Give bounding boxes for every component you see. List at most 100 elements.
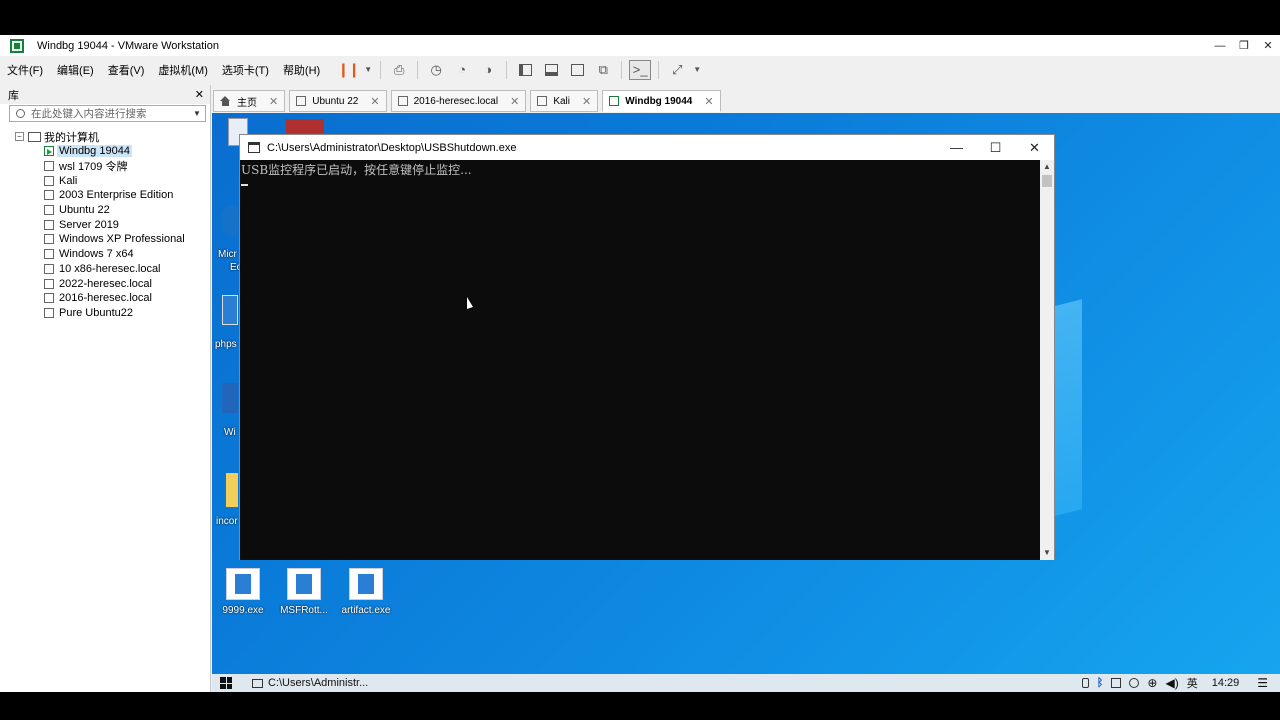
tree-item-2022[interactable]: 2022-heresec.local xyxy=(0,276,211,291)
tab-close-icon[interactable]: ✕ xyxy=(370,95,379,108)
winrar-icon[interactable] xyxy=(286,119,324,133)
globe-icon[interactable]: ⊕ xyxy=(1147,676,1157,690)
search-dropdown-icon[interactable]: ▼ xyxy=(189,109,205,118)
console-title: C:\Users\Administrator\Desktop\USBShutdo… xyxy=(267,141,517,154)
menu-edit[interactable]: 编辑(E) xyxy=(50,62,101,78)
tab-close-icon[interactable]: ✕ xyxy=(704,95,713,108)
unity-icon[interactable]: ⧉ xyxy=(592,60,614,80)
tree-item-2003-enterprise[interactable]: 2003 Enterprise Edition xyxy=(0,188,211,203)
tree-item-kali[interactable]: Kali xyxy=(0,173,211,188)
usb-icon[interactable] xyxy=(1081,678,1089,688)
folder-icon[interactable] xyxy=(226,473,238,507)
stretch-guest-icon[interactable]: ⤢ xyxy=(666,60,688,80)
thumbnail-bar-icon[interactable] xyxy=(540,60,562,80)
desktop-icon-label: MSFRott... xyxy=(280,605,328,616)
menu-tabs[interactable]: 选项卡(T) xyxy=(215,62,276,78)
library-close-icon[interactable]: ✕ xyxy=(195,88,204,101)
desktop-partial-label: phps xyxy=(215,339,237,350)
menu-file[interactable]: 文件(F) xyxy=(0,62,50,78)
notification-center-icon[interactable]: ☰ xyxy=(1257,676,1268,690)
library-title: 库 xyxy=(8,89,19,102)
collapse-icon[interactable]: − xyxy=(15,132,24,141)
scroll-up-icon[interactable]: ▲ xyxy=(1040,160,1054,174)
edge-icon[interactable] xyxy=(222,206,238,236)
library-search-input[interactable] xyxy=(31,107,189,120)
vm-tree: − 我的计算机 Windbg 19044 wsl 1709 令牌 Kali 20… xyxy=(0,129,211,320)
vm-icon xyxy=(44,278,54,289)
tree-root-my-computer[interactable]: − 我的计算机 xyxy=(0,129,211,144)
start-button[interactable] xyxy=(212,674,240,692)
tab-label: 主页 xyxy=(237,97,257,109)
pause-dropdown-icon[interactable]: ▼ xyxy=(363,60,373,80)
show-library-icon[interactable] xyxy=(514,60,536,80)
snapshot-icon[interactable]: ◷ xyxy=(425,60,447,80)
console-text-cursor xyxy=(241,184,248,186)
tree-item-wsl-1709[interactable]: wsl 1709 令牌 xyxy=(0,159,211,174)
menu-help[interactable]: 帮助(H) xyxy=(276,62,327,78)
vm-icon xyxy=(44,190,54,201)
desktop-icon-9999[interactable]: 9999.exe xyxy=(217,568,269,616)
taskbar-console-button[interactable]: C:\Users\Administr... xyxy=(248,674,372,692)
scroll-down-icon[interactable]: ▼ xyxy=(1040,546,1054,560)
close-button[interactable]: ✕ xyxy=(1256,35,1280,56)
clock-time[interactable]: 14:29 xyxy=(1212,677,1240,689)
tree-item-2016[interactable]: 2016-heresec.local xyxy=(0,291,211,306)
console-close-button[interactable]: ✕ xyxy=(1015,135,1054,160)
tab-2016-heresec[interactable]: 2016-heresec.local ✕ xyxy=(390,90,527,112)
desktop-partial-label: incor xyxy=(216,516,238,527)
snapshot-manager-icon[interactable]: ◑ xyxy=(477,60,499,80)
tab-close-icon[interactable]: ✕ xyxy=(582,95,591,108)
console-scrollbar[interactable]: ▲ ▼ xyxy=(1040,160,1054,560)
windows-logo-icon xyxy=(220,677,232,689)
phpstudy-icon[interactable] xyxy=(222,295,238,325)
mouse-pointer-icon xyxy=(467,297,473,309)
tree-item-pure-ubuntu22[interactable]: Pure Ubuntu22 xyxy=(0,306,211,321)
tree-item-ubuntu-22[interactable]: Ubuntu 22 xyxy=(0,203,211,218)
tree-item-label: Pure Ubuntu22 xyxy=(59,306,133,319)
tree-item-10-x86[interactable]: 10 x86-heresec.local xyxy=(0,262,211,277)
tree-item-windows-7[interactable]: Windows 7 x64 xyxy=(0,247,211,262)
revert-snapshot-icon[interactable]: ◔ xyxy=(451,60,473,80)
send-ctrl-alt-del-icon[interactable]: ⎙ xyxy=(388,60,410,80)
console-maximize-button[interactable]: ☐ xyxy=(976,135,1015,160)
tab-windbg-19044[interactable]: Windbg 19044 ✕ xyxy=(602,90,721,112)
console-app-icon xyxy=(248,142,260,153)
desktop-icon-msfrott[interactable]: MSFRott... xyxy=(278,568,330,616)
vm-display[interactable]: Micr Ec phps Wi incor 9999.exe MSFRott..… xyxy=(212,113,1280,692)
console-window[interactable]: C:\Users\Administrator\Desktop\USBShutdo… xyxy=(239,134,1055,560)
menu-view[interactable]: 查看(V) xyxy=(101,62,152,78)
tab-kali[interactable]: Kali ✕ xyxy=(530,90,599,112)
pause-icon[interactable]: ❙❙ xyxy=(337,60,359,80)
restore-button[interactable]: ❐ xyxy=(1232,35,1256,56)
tab-ubuntu-22[interactable]: Ubuntu 22 ✕ xyxy=(289,90,387,112)
console-view-icon[interactable]: >_ xyxy=(629,59,652,80)
console-title-bar[interactable]: C:\Users\Administrator\Desktop\USBShutdo… xyxy=(240,135,1054,160)
tab-close-icon[interactable]: ✕ xyxy=(269,95,278,108)
vm-icon xyxy=(44,219,54,230)
tree-item-label: 10 x86-heresec.local xyxy=(59,262,161,275)
desktop-app-icon[interactable] xyxy=(222,383,238,413)
console-minimize-button[interactable]: — xyxy=(937,135,976,160)
menu-vm[interactable]: 虚拟机(M) xyxy=(151,62,215,78)
tree-item-windbg-19044[interactable]: Windbg 19044 xyxy=(0,144,211,159)
volume-icon[interactable]: ◀) xyxy=(1165,676,1178,690)
desktop-icon-artifact[interactable]: artifact.exe xyxy=(340,568,392,616)
tab-close-icon[interactable]: ✕ xyxy=(510,95,519,108)
stretch-dropdown-icon[interactable]: ▼ xyxy=(692,60,702,80)
tab-label: Windbg 19044 xyxy=(625,95,693,107)
tree-item-label: Windows XP Professional xyxy=(59,233,185,246)
console-output-area[interactable]: USB监控程序已启动，按任意键停止监控... xyxy=(240,160,1040,560)
bluetooth-icon[interactable]: ᛒ xyxy=(1097,677,1104,689)
network-icon[interactable] xyxy=(1129,678,1140,688)
ime-indicator[interactable]: 英 xyxy=(1187,675,1198,691)
tab-home[interactable]: 主页 ✕ xyxy=(213,90,286,112)
vm-icon xyxy=(44,175,54,186)
scroll-thumb[interactable] xyxy=(1042,175,1052,187)
display-icon[interactable] xyxy=(1111,678,1122,688)
tree-item-windows-xp[interactable]: Windows XP Professional xyxy=(0,232,211,247)
full-screen-icon[interactable] xyxy=(566,60,588,80)
vm-running-icon xyxy=(44,146,54,157)
minimize-button[interactable]: — xyxy=(1208,35,1232,56)
tree-item-label: 2003 Enterprise Edition xyxy=(59,189,174,202)
tree-item-server-2019[interactable]: Server 2019 xyxy=(0,217,211,232)
